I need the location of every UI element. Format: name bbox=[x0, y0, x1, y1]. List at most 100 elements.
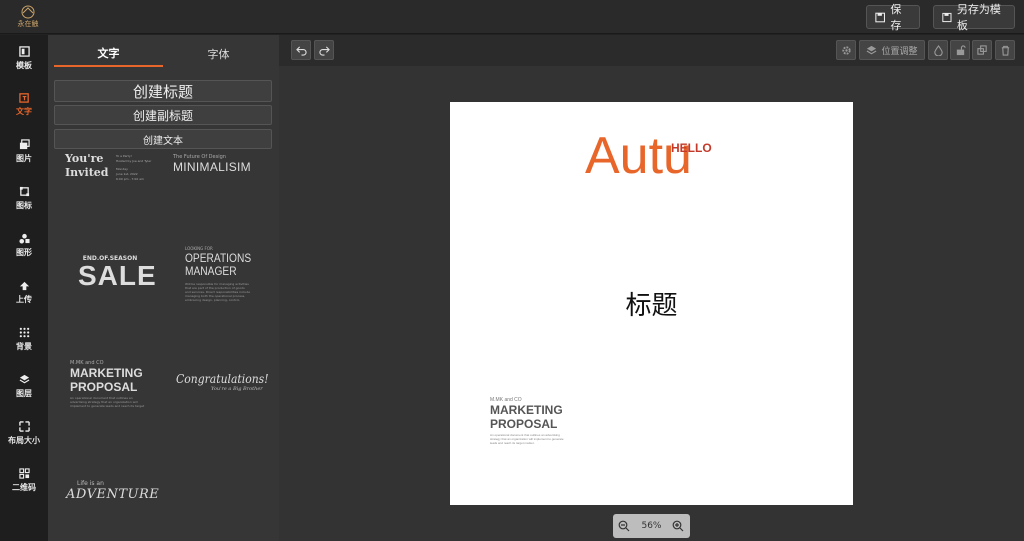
nav-item-template[interactable]: 模板 bbox=[0, 35, 48, 81]
text-panel: 文字 字体 创建标题 创建副标题 创建文本 You're Invited To … bbox=[48, 35, 279, 541]
nav-item-icons[interactable]: 图标 bbox=[0, 175, 48, 221]
undo-icon bbox=[295, 45, 307, 56]
canvas-text-hello[interactable]: HELLO bbox=[671, 141, 712, 155]
zoom-control: 56% bbox=[613, 514, 690, 538]
zoom-out-icon[interactable] bbox=[618, 520, 630, 532]
text-icon bbox=[18, 92, 29, 103]
template-text: You're a Big Brother bbox=[211, 386, 263, 392]
nav-item-layers[interactable]: 图层 bbox=[0, 363, 48, 409]
save-label: 保存 bbox=[890, 3, 902, 32]
top-bar: 永在触 保存 另存为模板 bbox=[0, 0, 1024, 34]
template-text: Congratulations! bbox=[176, 372, 269, 386]
tab-font[interactable]: 字体 bbox=[164, 41, 273, 67]
template-text: Hosted by Joe and Tyler bbox=[116, 159, 152, 163]
resize-icon bbox=[18, 420, 30, 432]
unlock-icon bbox=[956, 44, 966, 55]
gear-icon bbox=[841, 45, 851, 55]
position-adjust-label: 位置调整 bbox=[881, 46, 918, 57]
template-small-text: To a Party! Hosted by Joe and Tyler Mond… bbox=[116, 154, 161, 182]
nav-label: 图标 bbox=[16, 200, 32, 210]
redo-icon bbox=[318, 45, 330, 56]
canvas-text-autu[interactable]: Autu bbox=[585, 130, 692, 182]
nav-item-image[interactable]: 图片 bbox=[0, 128, 48, 174]
nav-item-resize[interactable]: 布局大小 bbox=[0, 410, 48, 456]
tab-text[interactable]: 文字 bbox=[54, 41, 163, 67]
nav-label: 文字 bbox=[16, 106, 32, 116]
copy-icon bbox=[976, 44, 987, 55]
template-text: MINIMALISIM bbox=[173, 160, 251, 174]
upload-icon bbox=[19, 281, 29, 290]
duplicate-button[interactable] bbox=[972, 40, 992, 60]
delete-button[interactable] bbox=[995, 40, 1015, 60]
template-text: PROPOSAL bbox=[70, 380, 138, 394]
template-text: ADVENTURE bbox=[66, 487, 160, 502]
background-icon bbox=[19, 327, 29, 337]
save-icon bbox=[942, 12, 952, 22]
save-as-label: 另存为模板 bbox=[956, 3, 1001, 32]
template-text: MANAGER bbox=[185, 264, 237, 278]
text-template-adventure[interactable]: Life is an ADVENTURE bbox=[66, 480, 160, 502]
zoom-level: 56% bbox=[641, 521, 662, 531]
create-subtitle-button[interactable]: 创建副标题 bbox=[54, 105, 272, 125]
logo-icon: 永在触 bbox=[18, 5, 39, 28]
lock-button[interactable] bbox=[950, 40, 970, 60]
text-template-invited[interactable]: You're Invited To a Party! Hosted by Joe… bbox=[65, 152, 165, 182]
text-template-operations[interactable]: LOOKING FOR OPERATIONS MANAGER Will be r… bbox=[185, 246, 257, 302]
create-title-button[interactable]: 创建标题 bbox=[54, 80, 272, 102]
nav-item-qrcode[interactable]: 二维码 bbox=[0, 457, 48, 503]
droplet-icon bbox=[933, 44, 943, 56]
nav-item-upload[interactable]: 上传 bbox=[0, 269, 48, 315]
save-icon bbox=[875, 12, 885, 22]
create-text-button[interactable]: 创建文本 bbox=[54, 129, 272, 149]
nav-item-text[interactable]: 文字 bbox=[0, 81, 48, 127]
svg-text:永在触: 永在触 bbox=[18, 19, 39, 28]
template-text: OPERATIONS bbox=[185, 251, 252, 265]
template-text: An operational document that outlines an… bbox=[70, 396, 145, 408]
template-text: 6:00 pm - 7:00 am bbox=[116, 177, 144, 181]
canvas-text: MARKETING bbox=[490, 403, 563, 417]
app-logo[interactable]: 永在触 bbox=[10, 4, 46, 30]
nav-label: 布局大小 bbox=[8, 435, 40, 445]
opacity-button[interactable] bbox=[928, 40, 948, 60]
nav-item-background[interactable]: 背景 bbox=[0, 316, 48, 362]
text-template-minimalism[interactable]: The Future Of Design MINIMALISIM bbox=[173, 154, 263, 174]
panel-tabs: 文字 字体 bbox=[54, 41, 273, 67]
left-nav: 模板 文字 图片 图标 图形 上传 背景 图层 布局大小 二维码 bbox=[0, 35, 48, 541]
shapes-icon bbox=[18, 233, 30, 244]
nav-label: 背景 bbox=[16, 341, 32, 351]
save-as-template-button[interactable]: 另存为模板 bbox=[933, 3, 1015, 32]
template-text: Life is an bbox=[77, 480, 104, 487]
settings-button[interactable] bbox=[836, 40, 856, 60]
template-text: Will be responsible for managing activit… bbox=[185, 282, 251, 302]
text-template-congrats[interactable]: Congratulations! You're a Big Brother bbox=[176, 372, 269, 392]
layers-icon bbox=[19, 374, 29, 383]
template-icon bbox=[18, 45, 30, 57]
editor-toolbar: 位置调整 bbox=[279, 35, 1024, 66]
nav-label: 图层 bbox=[16, 388, 32, 398]
canvas-text: An operational document that outlines an… bbox=[490, 433, 564, 445]
canvas-marketing-block[interactable]: M.MK and CO MARKETING PROPOSAL An operat… bbox=[490, 397, 568, 445]
canvas-text-title[interactable]: 标题 bbox=[450, 285, 853, 322]
save-button[interactable]: 保存 bbox=[866, 3, 920, 32]
nav-label: 图片 bbox=[16, 153, 32, 163]
nav-label: 二维码 bbox=[12, 482, 36, 492]
nav-label: 模板 bbox=[16, 60, 32, 70]
text-template-marketing[interactable]: M.MK and CO MARKETING PROPOSAL An operat… bbox=[70, 360, 152, 408]
qrcode-icon bbox=[18, 467, 30, 479]
text-template-sale[interactable]: END.OF.SEASON SALE bbox=[78, 255, 157, 291]
undo-button[interactable] bbox=[291, 40, 311, 60]
template-text: MARKETING bbox=[70, 366, 143, 380]
design-canvas[interactable]: Autu HELLO 标题 M.MK and CO MARKETING PROP… bbox=[450, 102, 853, 505]
canvas-text: PROPOSAL bbox=[490, 417, 558, 431]
zoom-in-icon[interactable] bbox=[672, 520, 684, 532]
nav-label: 图形 bbox=[16, 247, 32, 257]
nav-label: 上传 bbox=[16, 294, 32, 304]
template-text: SALE bbox=[78, 260, 157, 291]
redo-button[interactable] bbox=[314, 40, 334, 60]
nav-item-shapes[interactable]: 图形 bbox=[0, 222, 48, 268]
image-icon bbox=[19, 138, 30, 149]
layers-icon bbox=[867, 45, 877, 54]
position-adjust-button[interactable]: 位置调整 bbox=[859, 40, 925, 60]
trash-icon bbox=[1001, 45, 1009, 56]
icon-set-icon bbox=[19, 186, 29, 196]
